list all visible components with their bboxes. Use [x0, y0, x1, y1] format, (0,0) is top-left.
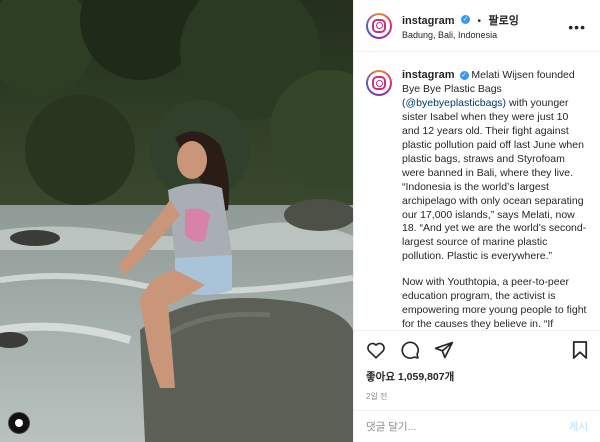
user-tag-icon[interactable] — [8, 412, 30, 434]
post-comment-button[interactable]: 게시 — [569, 419, 588, 434]
verified-badge-icon: ✓ — [461, 15, 471, 25]
follow-separator: • — [477, 15, 481, 27]
location-link[interactable]: Badung, Bali, Indonesia — [402, 30, 519, 41]
caption-paragraph-2: Now with Youthtopia, a peer-to-peer educ… — [402, 276, 587, 330]
post-side-panel: instagram ✓ • 팔로잉 Badung, Bali, Indonesi… — [353, 0, 600, 442]
heart-icon[interactable] — [366, 341, 386, 364]
following-button[interactable]: 팔로잉 — [488, 15, 518, 27]
caption-area: instagram ✓ Melati Wijsen founded Bye By… — [354, 52, 600, 330]
post-header: instagram ✓ • 팔로잉 Badung, Bali, Indonesi… — [354, 0, 600, 52]
comment-input[interactable]: 댓글 달기... — [366, 419, 569, 434]
instagram-logo-icon[interactable] — [366, 70, 392, 96]
instagram-logo-icon[interactable] — [366, 12, 392, 39]
caption-username[interactable]: instagram — [402, 69, 455, 81]
caption-text-rest: with younger sister Isabel when they wer… — [402, 96, 587, 263]
username-link[interactable]: instagram — [402, 15, 455, 27]
verified-badge-icon: ✓ — [459, 70, 469, 80]
photo-illustration — [0, 0, 353, 442]
likes-count[interactable]: 좋아요 1,059,807개 — [366, 369, 588, 384]
caption: instagram ✓ Melati Wijsen founded Bye By… — [402, 68, 588, 330]
post-actions: 좋아요 1,059,807개 2일 전 — [354, 330, 600, 410]
comment-icon[interactable] — [400, 340, 420, 365]
bookmark-icon[interactable] — [572, 340, 588, 365]
share-icon[interactable] — [434, 340, 454, 365]
mention-link[interactable]: (@byebyeplasticbags) — [402, 97, 506, 109]
more-options-icon[interactable]: ••• — [568, 19, 586, 35]
comment-box: 댓글 달기... 게시 — [354, 410, 600, 442]
post-photo[interactable] — [0, 0, 353, 442]
header-text: instagram ✓ • 팔로잉 Badung, Bali, Indonesi… — [402, 10, 519, 41]
action-icons — [366, 340, 588, 365]
post-timestamp: 2일 전 — [366, 392, 388, 401]
